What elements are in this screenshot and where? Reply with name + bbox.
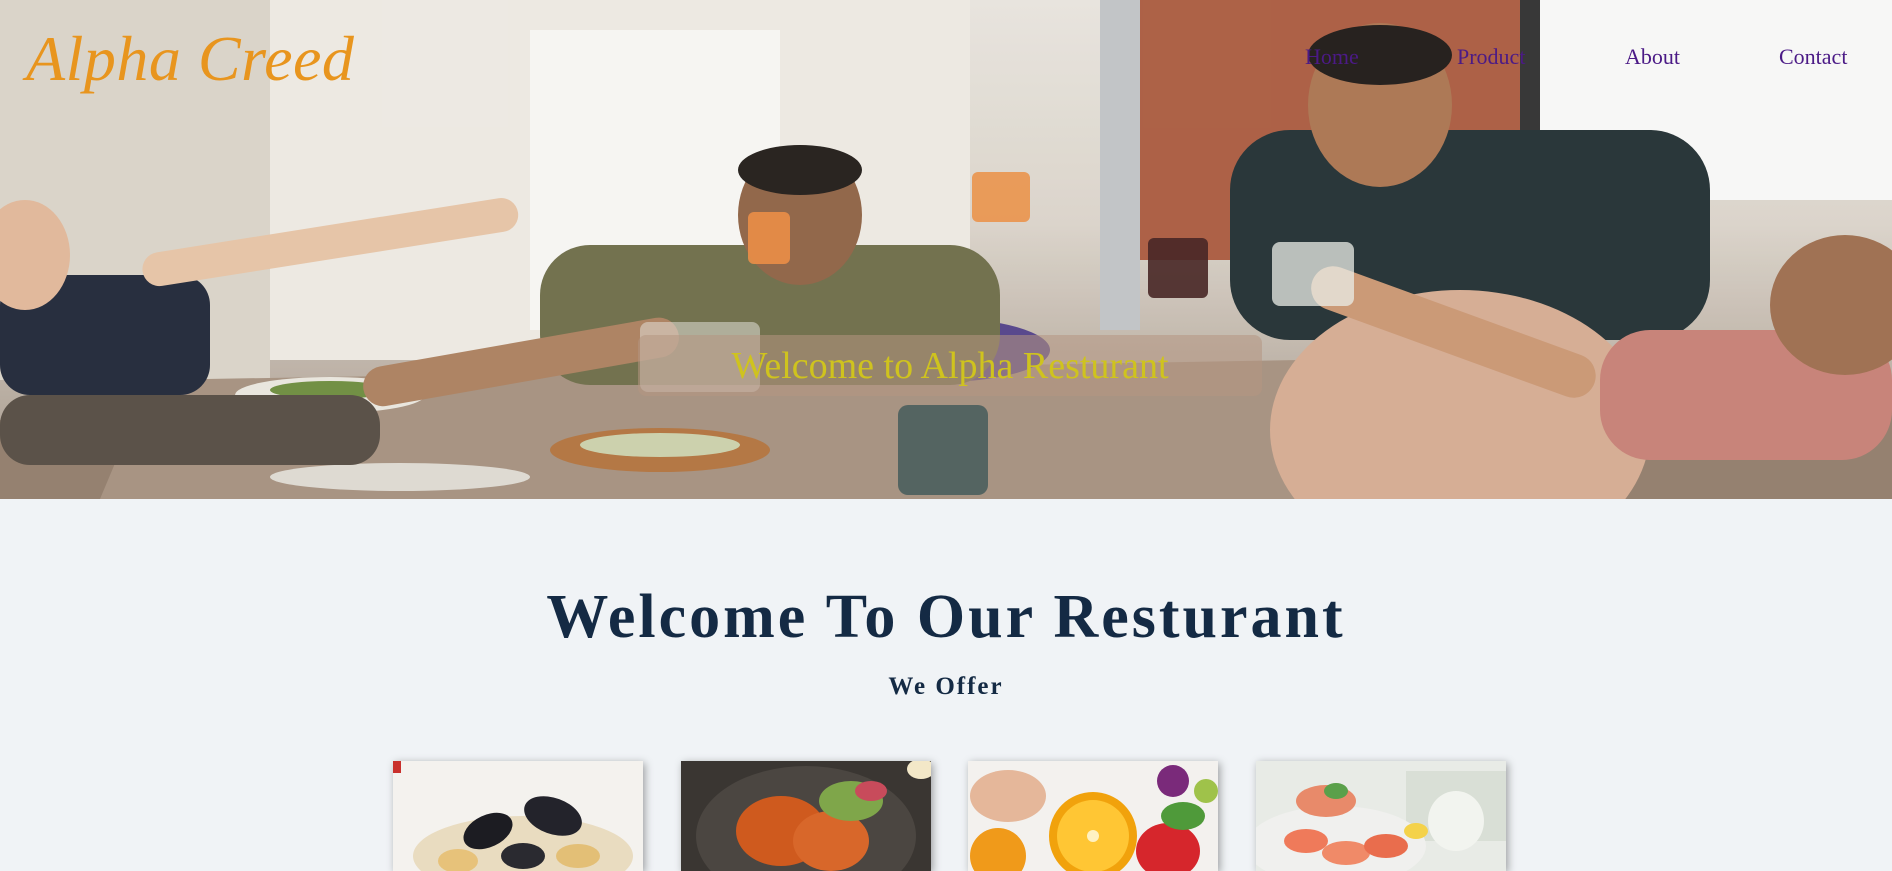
shrimp-platter-image <box>1256 761 1506 871</box>
nav-link-home[interactable]: Home <box>1305 44 1359 70</box>
offer-card-mussels-pasta[interactable] <box>393 761 643 871</box>
fried-chicken-salad-image <box>681 761 931 871</box>
offer-card-fruits[interactable] <box>968 761 1218 871</box>
offer-card-shrimp[interactable] <box>1256 761 1506 871</box>
section-subtitle: We Offer <box>888 673 1004 700</box>
nav-link-product[interactable]: Product <box>1457 44 1525 70</box>
mussels-pasta-image <box>393 761 643 871</box>
top-navigation: Home Product About Contact <box>0 44 1892 74</box>
offer-card-fried-chicken[interactable] <box>681 761 931 871</box>
nav-link-contact[interactable]: Contact <box>1779 44 1847 70</box>
hero-welcome-banner: Welcome to Alpha Resturant <box>638 335 1262 396</box>
page-title: Welcome To Our Resturant <box>546 583 1346 651</box>
hero-banner: Alpha Creed Home Product About Contact W… <box>0 0 1892 499</box>
nav-link-about[interactable]: About <box>1625 44 1680 70</box>
oranges-strawberries-image <box>968 761 1218 871</box>
